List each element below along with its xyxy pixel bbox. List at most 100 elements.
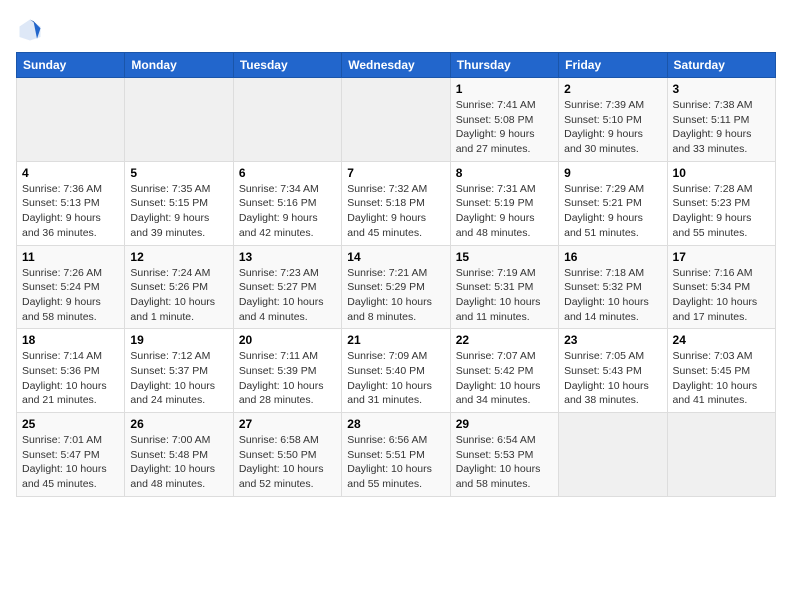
day-info: Sunrise: 7:12 AM Sunset: 5:37 PM Dayligh… <box>130 349 227 408</box>
calendar-cell: 29 Sunrise: 6:54 AM Sunset: 5:53 PM Dayli… <box>450 413 558 497</box>
day-number: 28 <box>347 417 444 431</box>
day-number: 7 <box>347 166 444 180</box>
day-number: 6 <box>239 166 336 180</box>
day-info: Sunrise: 7:16 AM Sunset: 5:34 PM Dayligh… <box>673 266 770 325</box>
day-number: 22 <box>456 333 553 347</box>
day-info: Sunrise: 7:14 AM Sunset: 5:36 PM Dayligh… <box>22 349 119 408</box>
day-info: Sunrise: 7:24 AM Sunset: 5:26 PM Dayligh… <box>130 266 227 325</box>
day-info: Sunrise: 7:32 AM Sunset: 5:18 PM Dayligh… <box>347 182 444 241</box>
calendar-cell: 25 Sunrise: 7:01 AM Sunset: 5:47 PM Dayli… <box>17 413 125 497</box>
day-info: Sunrise: 7:38 AM Sunset: 5:11 PM Dayligh… <box>673 98 770 157</box>
calendar-cell: 18 Sunrise: 7:14 AM Sunset: 5:36 PM Dayli… <box>17 329 125 413</box>
calendar-cell: 6 Sunrise: 7:34 AM Sunset: 5:16 PM Daylig… <box>233 161 341 245</box>
calendar-cell: 15 Sunrise: 7:19 AM Sunset: 5:31 PM Dayli… <box>450 245 558 329</box>
day-number: 3 <box>673 82 770 96</box>
calendar-cell <box>17 78 125 162</box>
day-number: 18 <box>22 333 119 347</box>
day-number: 27 <box>239 417 336 431</box>
calendar-week-4: 18 Sunrise: 7:14 AM Sunset: 5:36 PM Dayli… <box>17 329 776 413</box>
day-info: Sunrise: 6:54 AM Sunset: 5:53 PM Dayligh… <box>456 433 553 492</box>
calendar-cell: 2 Sunrise: 7:39 AM Sunset: 5:10 PM Daylig… <box>559 78 667 162</box>
day-number: 25 <box>22 417 119 431</box>
calendar-cell <box>342 78 450 162</box>
calendar-cell: 16 Sunrise: 7:18 AM Sunset: 5:32 PM Dayli… <box>559 245 667 329</box>
day-info: Sunrise: 7:21 AM Sunset: 5:29 PM Dayligh… <box>347 266 444 325</box>
day-info: Sunrise: 7:00 AM Sunset: 5:48 PM Dayligh… <box>130 433 227 492</box>
day-number: 24 <box>673 333 770 347</box>
day-info: Sunrise: 7:26 AM Sunset: 5:24 PM Dayligh… <box>22 266 119 325</box>
calendar-cell: 12 Sunrise: 7:24 AM Sunset: 5:26 PM Dayli… <box>125 245 233 329</box>
day-info: Sunrise: 7:11 AM Sunset: 5:39 PM Dayligh… <box>239 349 336 408</box>
day-info: Sunrise: 7:36 AM Sunset: 5:13 PM Dayligh… <box>22 182 119 241</box>
calendar-cell: 17 Sunrise: 7:16 AM Sunset: 5:34 PM Dayli… <box>667 245 775 329</box>
calendar-cell: 13Sunrise: 7:23 AM Sunset: 5:27 PM Dayli… <box>233 245 341 329</box>
day-number: 21 <box>347 333 444 347</box>
calendar-cell: 8Sunrise: 7:31 AM Sunset: 5:19 PM Daylig… <box>450 161 558 245</box>
day-number: 2 <box>564 82 661 96</box>
calendar-cell: 19 Sunrise: 7:12 AM Sunset: 5:37 PM Dayli… <box>125 329 233 413</box>
calendar-cell: 27 Sunrise: 6:58 AM Sunset: 5:50 PM Dayli… <box>233 413 341 497</box>
day-number: 16 <box>564 250 661 264</box>
calendar-week-3: 11 Sunrise: 7:26 AM Sunset: 5:24 PM Dayli… <box>17 245 776 329</box>
weekday-header-tuesday: Tuesday <box>233 53 341 78</box>
weekday-header-friday: Friday <box>559 53 667 78</box>
calendar-cell: 23 Sunrise: 7:05 AM Sunset: 5:43 PM Dayli… <box>559 329 667 413</box>
day-info: Sunrise: 7:34 AM Sunset: 5:16 PM Dayligh… <box>239 182 336 241</box>
day-info: Sunrise: 7:05 AM Sunset: 5:43 PM Dayligh… <box>564 349 661 408</box>
day-info: Sunrise: 6:56 AM Sunset: 5:51 PM Dayligh… <box>347 433 444 492</box>
calendar-week-5: 25 Sunrise: 7:01 AM Sunset: 5:47 PM Dayli… <box>17 413 776 497</box>
calendar-cell: 28 Sunrise: 6:56 AM Sunset: 5:51 PM Dayli… <box>342 413 450 497</box>
day-number: 4 <box>22 166 119 180</box>
calendar-cell: 24 Sunrise: 7:03 AM Sunset: 5:45 PM Dayli… <box>667 329 775 413</box>
calendar-cell <box>667 413 775 497</box>
weekday-header-thursday: Thursday <box>450 53 558 78</box>
calendar-week-2: 4 Sunrise: 7:36 AM Sunset: 5:13 PM Daylig… <box>17 161 776 245</box>
day-number: 29 <box>456 417 553 431</box>
calendar-cell: 9 Sunrise: 7:29 AM Sunset: 5:21 PM Daylig… <box>559 161 667 245</box>
day-number: 19 <box>130 333 227 347</box>
day-number: 15 <box>456 250 553 264</box>
page-header <box>16 16 776 44</box>
day-number: 23 <box>564 333 661 347</box>
day-number: 14 <box>347 250 444 264</box>
calendar-cell: 1Sunrise: 7:41 AM Sunset: 5:08 PM Daylig… <box>450 78 558 162</box>
day-number: 20 <box>239 333 336 347</box>
day-info: Sunrise: 7:07 AM Sunset: 5:42 PM Dayligh… <box>456 349 553 408</box>
day-info: Sunrise: 7:19 AM Sunset: 5:31 PM Dayligh… <box>456 266 553 325</box>
day-info: Sunrise: 7:23 AM Sunset: 5:27 PM Dayligh… <box>239 266 336 325</box>
day-info: Sunrise: 6:58 AM Sunset: 5:50 PM Dayligh… <box>239 433 336 492</box>
day-info: Sunrise: 7:18 AM Sunset: 5:32 PM Dayligh… <box>564 266 661 325</box>
calendar-cell: 14 Sunrise: 7:21 AM Sunset: 5:29 PM Dayli… <box>342 245 450 329</box>
day-number: 5 <box>130 166 227 180</box>
calendar-cell: 7 Sunrise: 7:32 AM Sunset: 5:18 PM Daylig… <box>342 161 450 245</box>
logo <box>16 16 48 44</box>
calendar-cell <box>125 78 233 162</box>
calendar-table: SundayMondayTuesdayWednesdayThursdayFrid… <box>16 52 776 497</box>
calendar-cell <box>559 413 667 497</box>
day-number: 11 <box>22 250 119 264</box>
day-info: Sunrise: 7:41 AM Sunset: 5:08 PM Dayligh… <box>456 98 553 157</box>
day-info: Sunrise: 7:01 AM Sunset: 5:47 PM Dayligh… <box>22 433 119 492</box>
logo-icon <box>16 16 44 44</box>
day-number: 26 <box>130 417 227 431</box>
day-number: 17 <box>673 250 770 264</box>
day-info: Sunrise: 7:35 AM Sunset: 5:15 PM Dayligh… <box>130 182 227 241</box>
weekday-header-saturday: Saturday <box>667 53 775 78</box>
weekday-header-row: SundayMondayTuesdayWednesdayThursdayFrid… <box>17 53 776 78</box>
weekday-header-sunday: Sunday <box>17 53 125 78</box>
calendar-cell: 11 Sunrise: 7:26 AM Sunset: 5:24 PM Dayli… <box>17 245 125 329</box>
calendar-cell: 20 Sunrise: 7:11 AM Sunset: 5:39 PM Dayli… <box>233 329 341 413</box>
calendar-cell: 10 Sunrise: 7:28 AM Sunset: 5:23 PM Dayli… <box>667 161 775 245</box>
day-info: Sunrise: 7:29 AM Sunset: 5:21 PM Dayligh… <box>564 182 661 241</box>
day-info: Sunrise: 7:39 AM Sunset: 5:10 PM Dayligh… <box>564 98 661 157</box>
day-number: 12 <box>130 250 227 264</box>
day-info: Sunrise: 7:03 AM Sunset: 5:45 PM Dayligh… <box>673 349 770 408</box>
day-number: 10 <box>673 166 770 180</box>
day-number: 9 <box>564 166 661 180</box>
calendar-cell: 5 Sunrise: 7:35 AM Sunset: 5:15 PM Daylig… <box>125 161 233 245</box>
calendar-week-1: 1Sunrise: 7:41 AM Sunset: 5:08 PM Daylig… <box>17 78 776 162</box>
day-info: Sunrise: 7:31 AM Sunset: 5:19 PM Dayligh… <box>456 182 553 241</box>
day-info: Sunrise: 7:09 AM Sunset: 5:40 PM Dayligh… <box>347 349 444 408</box>
weekday-header-wednesday: Wednesday <box>342 53 450 78</box>
day-info: Sunrise: 7:28 AM Sunset: 5:23 PM Dayligh… <box>673 182 770 241</box>
